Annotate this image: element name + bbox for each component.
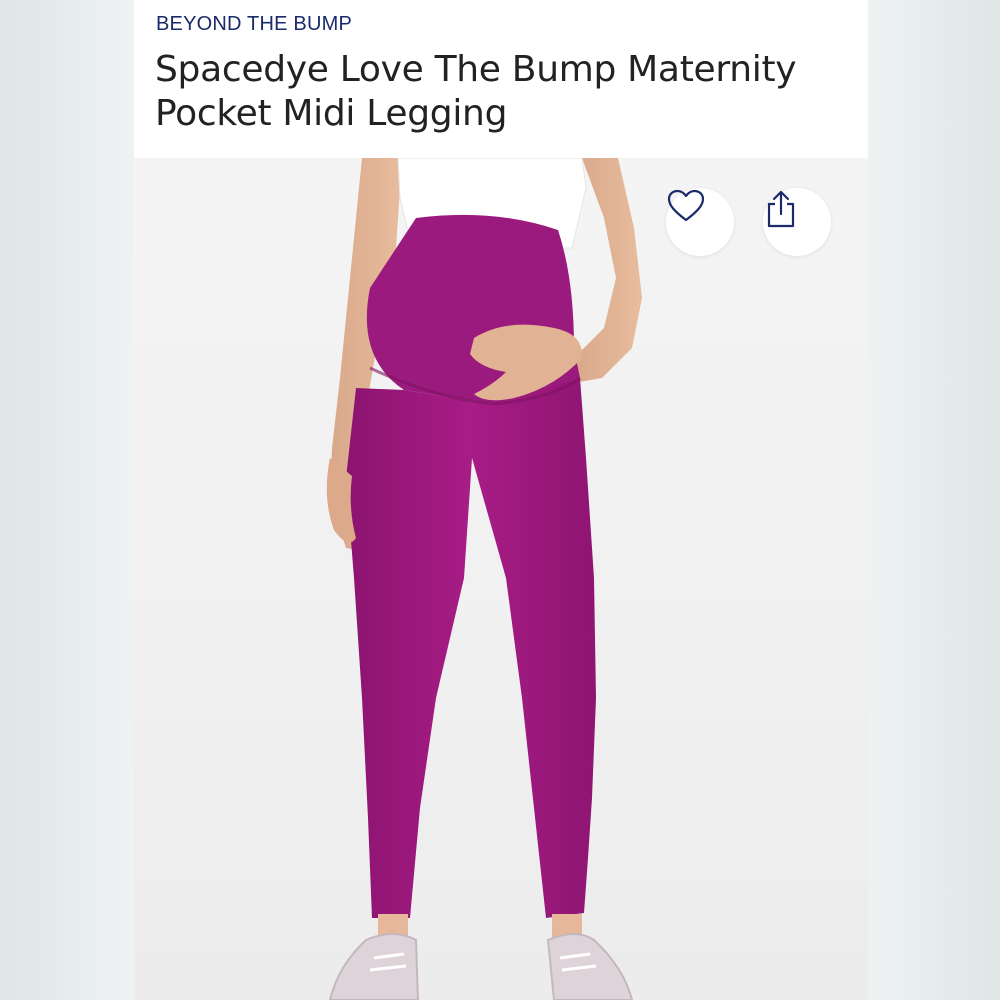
favorite-button[interactable]: [666, 188, 734, 256]
product-photo-illustration: [326, 158, 642, 1000]
right-blurred-backdrop: [868, 0, 1000, 1000]
product-header: BEYOND THE BUMP Spacedye Love The Bump M…: [134, 0, 868, 158]
left-blurred-backdrop: [0, 0, 134, 1000]
heart-outline-icon: [667, 189, 705, 222]
product-image[interactable]: [134, 158, 868, 1000]
product-card: BEYOND THE BUMP Spacedye Love The Bump M…: [134, 0, 868, 1000]
share-button[interactable]: [763, 188, 831, 256]
legging-legs: [346, 378, 596, 918]
product-title: Spacedye Love The Bump Maternity Pocket …: [155, 49, 797, 134]
share-upload-icon: [767, 190, 795, 228]
brand-name[interactable]: BEYOND THE BUMP: [156, 13, 352, 36]
